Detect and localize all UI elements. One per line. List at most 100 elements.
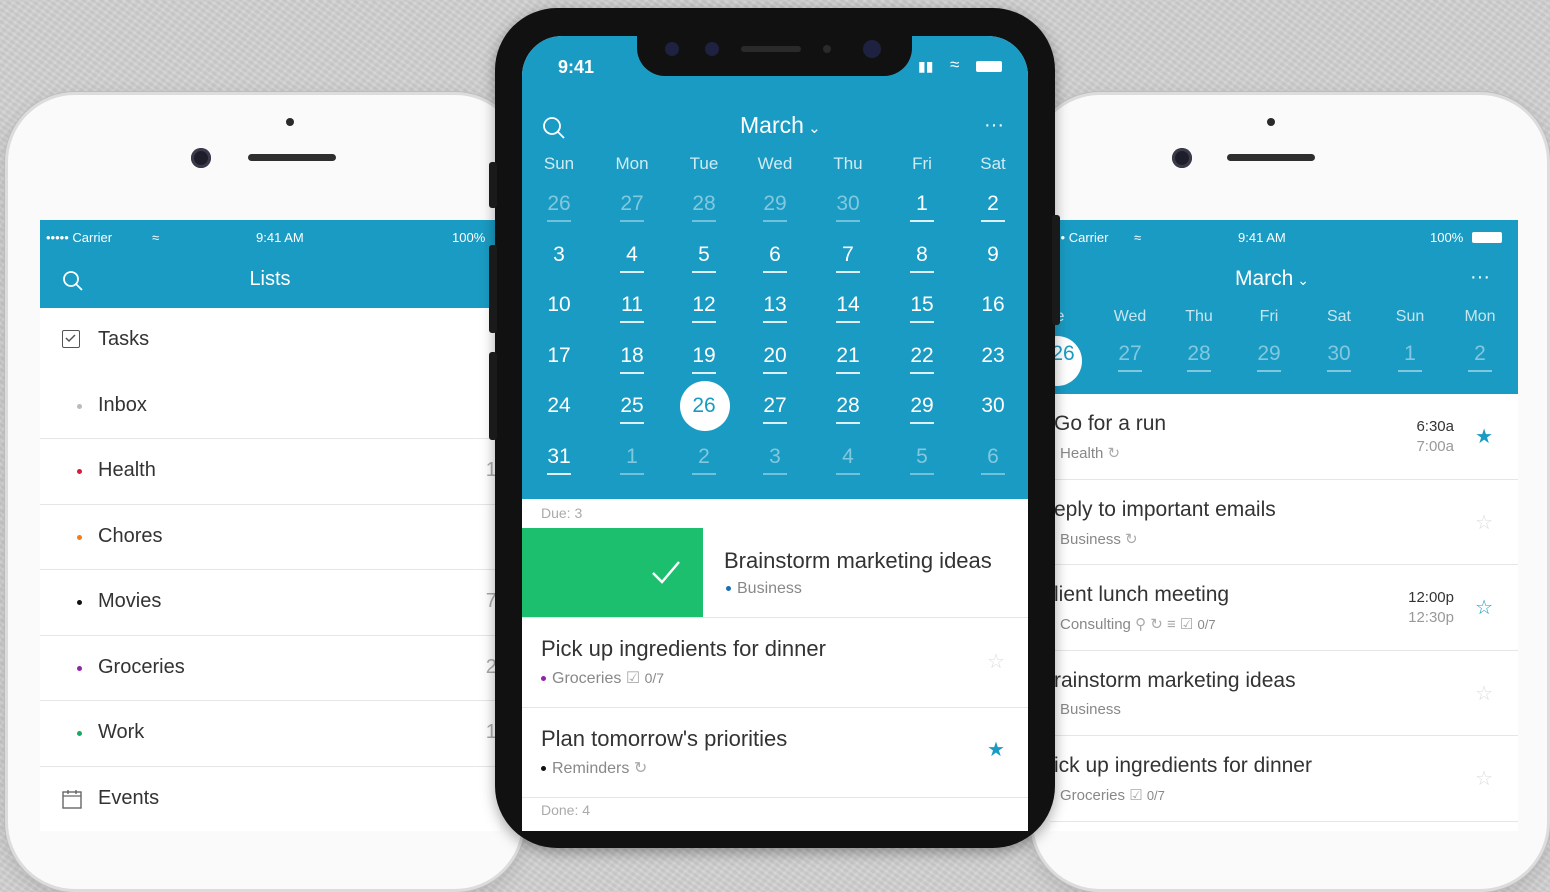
calendar-day[interactable]: 26 — [679, 394, 729, 418]
calendar-day[interactable]: 23 — [968, 344, 1018, 368]
list-item[interactable]: Groceries 27 — [40, 636, 500, 701]
task-row[interactable]: eply to important emails Business ↻ ☆ — [1050, 480, 1518, 565]
calendar-day[interactable]: 3 — [534, 243, 584, 267]
task-row[interactable]: Pick up ingredients for dinner Groceries… — [522, 618, 1028, 708]
list-item[interactable]: Inbox 5 — [40, 374, 500, 439]
calendar-day[interactable]: 31 — [534, 445, 584, 475]
status-time: 9:41 — [558, 57, 595, 77]
calendar-day[interactable]: 27 — [607, 192, 657, 222]
calendar-day[interactable]: 5 — [897, 445, 947, 475]
tasks-header[interactable]: Tasks — [40, 308, 500, 374]
task-row[interactable]: Plan tomorrow's priorities Reminders ↻ ★ — [522, 708, 1028, 798]
lists-screen: ••••• Carrier ≈ 9:41 AM 100% Lists Tasks… — [40, 220, 500, 831]
calendar-day[interactable]: 18 — [607, 344, 657, 374]
carrier-label: ••••• Carrier — [46, 230, 113, 245]
calendar-day[interactable]: 15 — [897, 293, 947, 323]
list-item[interactable]: Work 16 — [40, 701, 500, 767]
day-number[interactable]: 27 — [1105, 342, 1155, 372]
star-outline-icon[interactable]: ☆ — [987, 652, 1005, 672]
calendar-day[interactable]: 12 — [679, 293, 729, 323]
task-row[interactable]: rainstorm marketing ideas Business ☆ — [1050, 651, 1518, 736]
task-row-swiped[interactable]: Brainstorm marketing ideas Business — [522, 528, 1028, 618]
day-number[interactable]: 26 — [1050, 342, 1088, 366]
event-indicator — [763, 422, 787, 424]
calendar-day[interactable]: 28 — [679, 192, 729, 222]
task-row[interactable]: lient lunch meeting Consulting ⚲ ↻ ≡ ☑ 0… — [1050, 565, 1518, 651]
list-item[interactable]: Health 12 — [40, 439, 500, 505]
task-title: ick up ingredients for dinner — [1054, 754, 1312, 777]
calendar-day[interactable]: 13 — [750, 293, 800, 323]
calendar-day[interactable]: 25 — [607, 394, 657, 424]
calendar-day[interactable]: 19 — [679, 344, 729, 374]
calendar-day[interactable]: 26 — [534, 192, 584, 222]
sensor-icon — [705, 42, 719, 56]
event-indicator — [836, 271, 860, 273]
day-number[interactable]: 29 — [1244, 342, 1294, 372]
list-color-dot — [541, 766, 546, 772]
complete-swipe-action[interactable] — [522, 528, 703, 617]
day-name: Tue — [689, 154, 719, 173]
list-item[interactable]: Chores 8 — [40, 505, 500, 570]
calendar-day[interactable]: 10 — [534, 293, 584, 317]
calendar-day[interactable]: 27 — [750, 394, 800, 424]
day-number[interactable]: 28 — [1174, 342, 1224, 372]
day-name: Thu — [1185, 308, 1213, 325]
task-title: eply to important emails — [1054, 497, 1276, 521]
list-label: Movies — [98, 590, 162, 612]
calendar-day[interactable]: 22 — [897, 344, 947, 374]
month-title[interactable]: March ⌄ — [1235, 267, 1309, 291]
calendar-day[interactable]: 6 — [968, 445, 1018, 475]
event-indicator — [910, 473, 934, 475]
star-icon[interactable]: ★ — [1475, 427, 1493, 447]
calendar-day[interactable]: 3 — [750, 445, 800, 475]
calendar-day[interactable]: 9 — [968, 243, 1018, 267]
calendar-day[interactable]: 6 — [750, 243, 800, 273]
more-icon[interactable]: ··· — [984, 114, 1004, 137]
front-camera-icon — [863, 40, 881, 58]
calendar-day[interactable]: 1 — [607, 445, 657, 475]
wifi-icon: ≈ — [1134, 230, 1142, 245]
task-title: Go for a run — [1054, 412, 1167, 435]
day-number[interactable]: 1 — [1385, 342, 1435, 372]
calendar-day[interactable]: 16 — [968, 293, 1018, 317]
calendar-day[interactable]: 21 — [823, 344, 873, 374]
calendar-day[interactable]: 5 — [679, 243, 729, 273]
calendar-day[interactable]: 30 — [823, 192, 873, 222]
calendar-day[interactable]: 7 — [823, 243, 873, 273]
more-icon[interactable]: ··· — [1470, 266, 1490, 289]
calendar-day[interactable]: 24 — [534, 394, 584, 418]
calendar-day[interactable]: 29 — [750, 192, 800, 222]
calendar-day[interactable]: 17 — [534, 344, 584, 368]
calendar-day[interactable]: 20 — [750, 344, 800, 374]
star-outline-icon[interactable]: ☆ — [1475, 684, 1493, 704]
event-indicator — [620, 422, 644, 424]
day-number[interactable]: 2 — [1455, 342, 1505, 372]
star-icon[interactable]: ★ — [987, 740, 1005, 760]
calendar-day[interactable]: 2 — [679, 445, 729, 475]
calendar-day[interactable]: 28 — [823, 394, 873, 424]
day-number[interactable]: 30 — [1314, 342, 1364, 372]
location-icon: ⚲ — [1135, 616, 1147, 633]
events-header[interactable]: Events — [40, 767, 500, 832]
calendar-day[interactable]: 2 — [968, 192, 1018, 222]
calendar-day[interactable]: 8 — [897, 243, 947, 273]
task-row[interactable]: Go for a run Health ↻ 6:30a 7:00a ★ — [1050, 394, 1518, 480]
calendar-day[interactable]: 29 — [897, 394, 947, 424]
star-outline-icon[interactable]: ☆ — [1475, 513, 1493, 533]
calendar-day[interactable]: 11 — [607, 293, 657, 323]
wifi-icon: ≈ — [152, 230, 160, 245]
calendar-day[interactable]: 4 — [823, 445, 873, 475]
task-row[interactable]: ick up ingredients for dinner Groceries … — [1050, 736, 1518, 822]
proximity-sensor — [286, 118, 294, 126]
list-item[interactable]: Movies 72 — [40, 570, 500, 636]
search-icon[interactable] — [542, 116, 566, 140]
calendar-day[interactable]: 4 — [607, 243, 657, 273]
star-outline-icon[interactable]: ☆ — [1475, 598, 1493, 618]
repeat-icon: ↻ — [1107, 445, 1121, 462]
calendar-day[interactable]: 14 — [823, 293, 873, 323]
month-title[interactable]: March ⌄ — [740, 112, 821, 139]
calendar-day[interactable]: 1 — [897, 192, 947, 222]
calendar-day[interactable]: 30 — [968, 394, 1018, 418]
star-outline-icon[interactable]: ☆ — [1475, 769, 1493, 789]
day-name: Sun — [543, 154, 575, 173]
